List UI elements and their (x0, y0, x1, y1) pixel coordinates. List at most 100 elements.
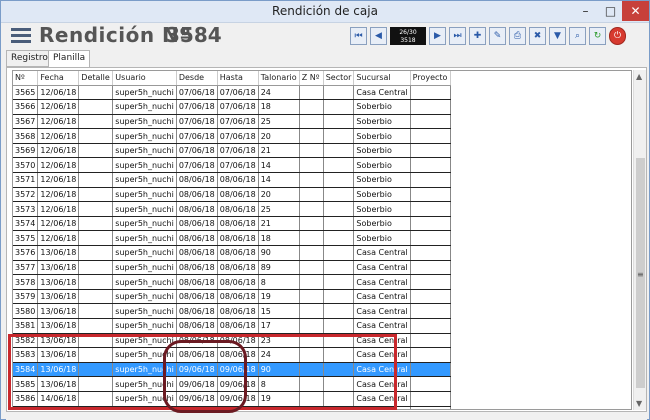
table-row[interactable]: 3568 12/06/18 super5h_nuchi 07/06/18 07/06/1… (13, 128, 451, 144)
cell-usuario[interactable]: super5h_nuchi (112, 99, 177, 115)
cell-detalle[interactable] (78, 216, 114, 232)
cell-sector[interactable] (323, 362, 355, 378)
cell-talonario[interactable]: 24 (258, 85, 300, 101)
cell-usuario[interactable]: super5h_nuchi (112, 362, 177, 378)
cell-sucursal[interactable]: Soberbio (353, 114, 411, 130)
cell-desde[interactable]: 07/06/18 (176, 99, 218, 115)
cell-usuario[interactable]: super5h_nuchi (112, 303, 177, 319)
prev-record-icon[interactable]: ◀ (370, 27, 387, 45)
cell-sector[interactable] (323, 216, 355, 232)
cell-sector[interactable] (323, 333, 355, 349)
cell-sucursal[interactable]: Soberbio (353, 187, 411, 203)
cell-hasta[interactable]: 08/06/18 (217, 260, 259, 276)
cell-talonario[interactable]: 89 (258, 260, 300, 276)
cell-z-numero[interactable] (299, 114, 324, 130)
last-record-icon[interactable]: ⏭ (449, 27, 466, 45)
cell-fecha[interactable]: 12/06/18 (37, 230, 80, 247)
cell-talonario[interactable]: 90 (258, 362, 300, 378)
cell-proyecto[interactable] (410, 85, 451, 101)
cell-z-numero[interactable] (299, 99, 324, 115)
cell-desde[interactable]: 08/06/18 (176, 274, 218, 290)
cell-numero[interactable]: 3584 (13, 362, 39, 378)
cell-detalle[interactable] (78, 289, 114, 305)
cell-talonario[interactable]: 19 (258, 391, 300, 407)
cell-proyecto[interactable] (410, 216, 451, 232)
table-row[interactable]: 3574 12/06/18 super5h_nuchi 08/06/18 08/06/1… (13, 216, 451, 232)
cell-z-numero[interactable] (299, 128, 324, 144)
cell-numero[interactable]: 3566 (13, 99, 39, 115)
cell-usuario[interactable]: super5h_nuchi (112, 347, 177, 363)
first-record-icon[interactable]: ⏮ (350, 27, 367, 45)
maximize-button[interactable]: □ (597, 1, 624, 21)
cell-proyecto[interactable] (410, 187, 451, 203)
cell-sector[interactable] (323, 143, 355, 159)
cell-detalle[interactable] (78, 201, 114, 217)
cell-fecha[interactable]: 12/06/18 (37, 172, 80, 188)
column-header-numero[interactable]: Nº (13, 71, 39, 86)
cell-hasta[interactable]: 08/06/18 (217, 347, 259, 363)
cell-sector[interactable] (323, 303, 355, 319)
table-row[interactable]: 3583 13/06/18 super5h_nuchi 08/06/18 08/06/1… (13, 347, 451, 363)
search-icon[interactable]: ⌕ (569, 27, 586, 45)
cell-z-numero[interactable] (299, 376, 324, 392)
cell-z-numero[interactable] (299, 85, 324, 101)
cell-hasta[interactable]: 07/06/18 (217, 114, 259, 130)
cell-detalle[interactable] (78, 260, 114, 276)
cell-fecha[interactable]: 13/06/18 (37, 274, 80, 290)
cell-sucursal[interactable]: Casa Central (353, 260, 411, 276)
cell-proyecto[interactable] (410, 289, 451, 305)
cell-detalle[interactable] (78, 333, 114, 349)
tab-planilla[interactable]: Planilla (48, 50, 91, 68)
cell-hasta[interactable]: 07/06/18 (217, 143, 259, 159)
cell-numero[interactable]: 3575 (13, 230, 39, 247)
cell-hasta[interactable]: 09/06/18 (217, 406, 259, 409)
cell-sector[interactable] (323, 99, 355, 115)
cell-talonario[interactable]: 18 (258, 230, 300, 247)
cell-fecha[interactable]: 13/06/18 (37, 245, 80, 261)
cell-detalle[interactable] (78, 187, 114, 203)
table-row[interactable]: 3579 13/06/18 super5h_nuchi 08/06/18 08/06/1… (13, 289, 451, 305)
cell-sucursal[interactable]: Soberbio (353, 216, 411, 232)
column-header-proyecto[interactable]: Proyecto (410, 71, 451, 86)
cell-talonario[interactable]: 19 (258, 289, 300, 305)
cell-hasta[interactable]: 08/06/18 (217, 245, 259, 261)
delete-record-icon[interactable]: ✖ (529, 27, 546, 45)
minimize-button[interactable]: – (572, 1, 599, 21)
cell-desde[interactable]: 09/06/18 (176, 391, 218, 407)
cell-sucursal[interactable]: Soberbio (353, 99, 411, 115)
cell-fecha[interactable]: 12/06/18 (37, 216, 80, 232)
cell-numero[interactable]: 3582 (13, 333, 39, 349)
cell-detalle[interactable] (78, 99, 114, 115)
cell-fecha[interactable]: 12/06/18 (37, 201, 80, 217)
cell-numero[interactable]: 3568 (13, 128, 39, 144)
filter-icon[interactable]: ▼ (549, 27, 566, 45)
cell-desde[interactable]: 08/06/18 (176, 187, 218, 203)
cell-sector[interactable] (323, 376, 355, 392)
cell-numero[interactable]: 3576 (13, 245, 39, 261)
cell-usuario[interactable]: super5h_nuchi (112, 245, 177, 261)
cell-detalle[interactable] (78, 318, 114, 334)
cell-hasta[interactable]: 07/06/18 (217, 157, 259, 174)
cell-talonario[interactable]: 21 (258, 143, 300, 159)
cell-fecha[interactable]: 12/06/18 (37, 157, 80, 174)
tab-registro[interactable]: Registro (6, 50, 53, 67)
cell-talonario[interactable]: 17 (258, 318, 300, 334)
cell-detalle[interactable] (78, 128, 114, 144)
cell-numero[interactable]: 3565 (13, 85, 39, 101)
cell-proyecto[interactable] (410, 143, 451, 159)
cell-proyecto[interactable] (410, 333, 451, 349)
cell-sector[interactable] (323, 274, 355, 290)
cell-sector[interactable] (323, 260, 355, 276)
cell-sucursal[interactable]: Casa Central (353, 376, 411, 392)
cell-sucursal[interactable]: Casa Central (353, 362, 411, 378)
cell-usuario[interactable]: super5h_nuchi (112, 376, 177, 392)
cell-detalle[interactable] (78, 303, 114, 319)
cell-fecha[interactable]: 13/06/18 (37, 333, 80, 349)
cell-sucursal[interactable]: Casa Central (353, 303, 411, 319)
cell-usuario[interactable]: super5h_nuchi (112, 216, 177, 232)
cell-sucursal[interactable]: Casa Central (353, 318, 411, 334)
cell-detalle[interactable] (78, 172, 114, 188)
cell-detalle[interactable] (78, 362, 114, 378)
column-header-sector[interactable]: Sector (323, 71, 355, 86)
cell-fecha[interactable]: 12/06/18 (37, 85, 80, 101)
